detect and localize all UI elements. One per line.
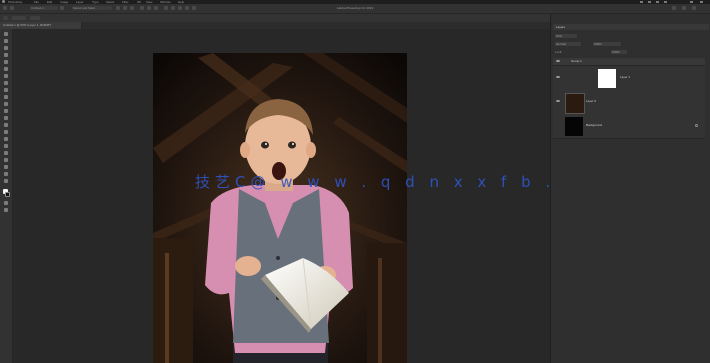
layer-row[interactable]: Background	[553, 114, 705, 139]
lock-icon	[695, 124, 698, 127]
quick-mask-icon[interactable]	[4, 201, 8, 205]
layer-row[interactable]: Layer 0	[553, 90, 705, 115]
layer-name[interactable]: Group 1	[571, 59, 582, 63]
screen-mode-icon[interactable]	[4, 208, 8, 212]
3d-pan-icon[interactable]	[178, 6, 182, 10]
blend-mode-select[interactable]: Normal	[555, 42, 581, 46]
healing-brush-tool-icon[interactable]	[4, 81, 8, 85]
dodge-tool-icon[interactable]	[4, 130, 8, 134]
history-brush-tool-icon[interactable]	[4, 102, 8, 106]
hand-tool-icon[interactable]	[4, 165, 8, 169]
document-tab-label: Untitled-1 @ 50% (Layer 1, RGB/8*)	[3, 23, 52, 27]
layer-thumbnail-white	[598, 69, 616, 88]
marquee-tool-icon[interactable]	[4, 39, 8, 43]
3d-orbit-icon[interactable]	[171, 6, 175, 10]
document-tab-bar	[0, 22, 550, 29]
layer-name[interactable]: Layer 0	[586, 99, 596, 103]
panel-header	[553, 24, 709, 30]
tool-preset-icon[interactable]	[3, 16, 8, 20]
move-tool-icon[interactable]	[4, 32, 8, 36]
layer-thumbnail-black	[565, 117, 583, 136]
layer-thumbnail-photo	[565, 93, 585, 114]
blur-tool-icon[interactable]	[4, 123, 8, 127]
align-left-icon[interactable]	[116, 6, 120, 10]
align-icon[interactable]	[60, 6, 64, 10]
battery-icon[interactable]	[656, 1, 659, 3]
layer-group-row[interactable]: Group 1	[553, 58, 705, 66]
clone-stamp-tool-icon[interactable]	[4, 95, 8, 99]
wifi-icon[interactable]	[648, 1, 651, 3]
type-tool-icon[interactable]	[4, 144, 8, 148]
notification-icon[interactable]	[700, 1, 703, 3]
canvas-photo-boy-with-book[interactable]	[153, 53, 407, 363]
more-tools-icon[interactable]	[4, 179, 8, 183]
frame-tool-icon[interactable]	[4, 67, 8, 71]
option-field[interactable]	[30, 16, 40, 20]
distribute-icon[interactable]	[140, 6, 144, 10]
pen-tool-icon[interactable]	[4, 137, 8, 141]
3d-scale-icon[interactable]	[192, 6, 196, 10]
eye-icon[interactable]	[556, 100, 560, 102]
doc-name-field[interactable]: Untitled-1	[30, 6, 58, 10]
photo-image	[153, 53, 407, 363]
eyedropper-tool-icon[interactable]	[4, 74, 8, 78]
background-color-swatch[interactable]	[5, 192, 10, 197]
share-icon[interactable]	[692, 6, 696, 10]
lock-label: Lock:	[555, 50, 563, 54]
workspace-icon[interactable]	[682, 6, 686, 10]
quick-select-tool-icon[interactable]	[4, 53, 8, 57]
search-icon[interactable]	[672, 6, 676, 10]
rectangle-tool-icon[interactable]	[4, 158, 8, 162]
3d-mode-icon[interactable]	[164, 6, 168, 10]
layer-name[interactable]: Layer 1	[620, 75, 630, 79]
eye-icon[interactable]	[556, 60, 560, 62]
spotlight-icon[interactable]	[690, 1, 693, 3]
app-title: Adobe Photoshop CC 2019	[336, 6, 374, 10]
clock-icon[interactable]	[664, 1, 667, 3]
home-icon[interactable]	[3, 6, 7, 10]
gradient-tool-icon[interactable]	[4, 116, 8, 120]
fill-field[interactable]: 100%	[611, 50, 627, 54]
status-icon[interactable]	[640, 1, 643, 3]
app-title-bar: Untitled-1 Select and Mask Adobe Photosh…	[0, 4, 710, 14]
3d-slide-icon[interactable]	[185, 6, 189, 10]
zoom-tool-icon[interactable]	[4, 172, 8, 176]
apple-icon[interactable]	[2, 0, 5, 3]
align-center-icon[interactable]	[123, 6, 127, 10]
document-tab[interactable]: Untitled-1 @ 50% (Layer 1, RGB/8*)	[0, 22, 82, 29]
brush-tool-icon[interactable]	[4, 88, 8, 92]
distribute-3-icon[interactable]	[154, 6, 158, 10]
move-tool-icon[interactable]	[10, 6, 14, 10]
option-field[interactable]	[12, 16, 26, 20]
layer-kind-filter[interactable]: Kind	[555, 34, 577, 38]
layer-row[interactable]: Layer 1	[553, 66, 705, 91]
align-right-icon[interactable]	[130, 6, 134, 10]
select-and-mask-button[interactable]: Select and Mask	[72, 6, 112, 10]
distribute-2-icon[interactable]	[147, 6, 151, 10]
crop-tool-icon[interactable]	[4, 60, 8, 64]
eye-icon[interactable]	[556, 76, 560, 78]
path-selection-tool-icon[interactable]	[4, 151, 8, 155]
lasso-tool-icon[interactable]	[4, 46, 8, 50]
opacity-field[interactable]: 100%	[593, 42, 621, 46]
tools-panel	[0, 29, 13, 363]
layers-panel-tab[interactable]: Layers	[556, 24, 565, 30]
watermark-text: 技艺C@ w w w . q d n x x f b . c n	[195, 173, 603, 191]
eraser-tool-icon[interactable]	[4, 109, 8, 113]
layer-name[interactable]: Background	[586, 123, 602, 127]
